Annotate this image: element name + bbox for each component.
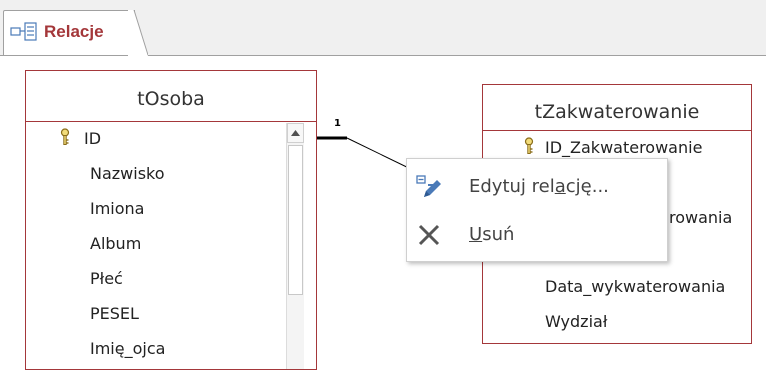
field-id[interactable]: ID — [84, 129, 101, 148]
relationship-cardinality-one: 1 — [334, 118, 341, 129]
menu-item-delete[interactable]: Usuń — [407, 213, 667, 257]
field-data-zakwaterowania[interactable]: rowania — [669, 208, 732, 227]
field-album[interactable]: Album — [90, 234, 141, 253]
scroll-thumb[interactable] — [288, 145, 303, 295]
scroll-up-arrow-icon — [291, 130, 300, 136]
context-menu: Edytuj relację... Usuń — [406, 158, 668, 262]
tab-relacje-label: Relacje — [44, 22, 104, 41]
field-wydzial[interactable]: Wydział — [545, 312, 607, 331]
field-list-scrollbar[interactable] — [286, 123, 304, 369]
primary-key-icon — [524, 137, 534, 154]
table-tosoba-title[interactable]: tOsoba — [26, 88, 316, 110]
primary-key-icon — [60, 128, 70, 145]
table-tzakwaterowanie-title[interactable]: tZakwaterowanie — [483, 101, 751, 123]
table-tosoba-title-separator — [26, 121, 316, 122]
field-id-zakwaterowanie[interactable]: ID_Zakwaterowanie — [545, 138, 702, 157]
field-data-wykwaterowania[interactable]: Data_wykwaterowania — [545, 277, 725, 296]
field-imie-ojca[interactable]: Imię_ojca — [90, 339, 165, 358]
menu-item-edit-relationship[interactable]: Edytuj relację... — [407, 165, 667, 209]
tab-edge — [128, 10, 148, 56]
table-tzakwaterowanie-title-separator — [483, 130, 751, 131]
delete-x-icon — [418, 224, 440, 246]
edit-relationship-icon — [416, 175, 441, 197]
scroll-up-button[interactable] — [287, 123, 304, 143]
field-nazwisko[interactable]: Nazwisko — [90, 164, 165, 183]
field-imiona[interactable]: Imiona — [90, 199, 144, 218]
field-pesel[interactable]: PESEL — [90, 304, 139, 323]
relationships-icon — [10, 22, 37, 41]
field-plec[interactable]: Płeć — [90, 269, 123, 288]
menu-item-delete-label: Usuń — [469, 224, 515, 245]
menu-item-edit-label: Edytuj relację... — [469, 176, 609, 197]
table-tosoba[interactable]: tOsoba ID Nazwisko Imiona Album Płeć PES… — [25, 70, 317, 370]
tab-relacje[interactable]: Relacje — [3, 10, 135, 55]
